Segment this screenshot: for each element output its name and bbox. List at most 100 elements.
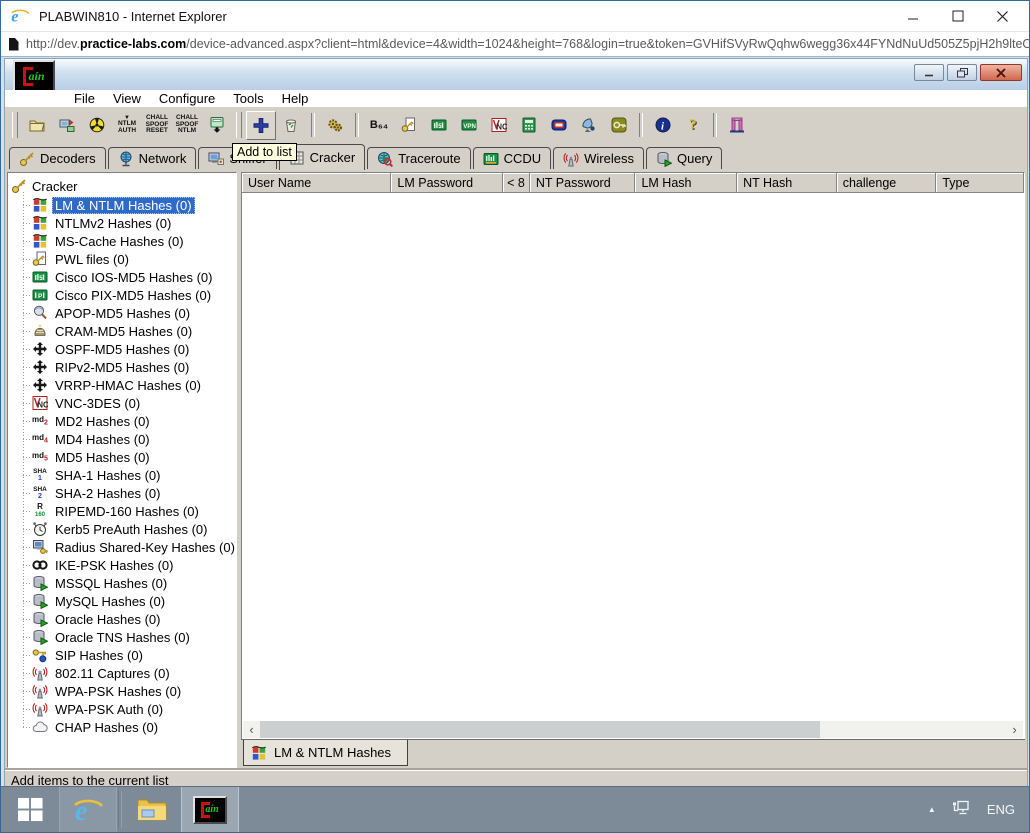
add-to-list-button[interactable] (246, 111, 276, 140)
tab-row: DecodersNetworkSnifferCrackerTracerouteC… (5, 142, 1027, 170)
tree-item-apop-md5-hashes-0[interactable]: APOP-MD5 Hashes (0) (8, 304, 236, 322)
tree-item-sha-1-hashes-0[interactable]: SHA1SHA-1 Hashes (0) (8, 466, 236, 484)
help-button[interactable]: ? (678, 111, 708, 140)
column-header-nt-password[interactable]: NT Password (530, 173, 636, 193)
vnc-password-decoder-button[interactable]: NC (484, 111, 514, 140)
column-header-type[interactable]: Type (936, 173, 1024, 193)
taskbar-cain-button[interactable]: aín (181, 787, 239, 832)
cain-minimize-button[interactable] (914, 64, 944, 81)
tree-item-label: Cisco PIX-MD5 Hashes (0) (52, 287, 214, 304)
menu-tools[interactable]: Tools (224, 91, 272, 106)
tree-item-cisco-pix-md5-hashes-0[interactable]: P Cisco PIX-MD5 Hashes (0) (8, 286, 236, 304)
export-button[interactable] (52, 111, 82, 140)
rsa-token-calculator-button[interactable] (604, 111, 634, 140)
tree-item-md2-hashes-0[interactable]: md2MD2 Hashes (0) (8, 412, 236, 430)
tree-item-ospf-md5-hashes-0[interactable]: OSPF-MD5 Hashes (0) (8, 340, 236, 358)
scrollbar-track[interactable] (260, 721, 1006, 738)
cain-restore-button[interactable] (947, 64, 977, 81)
tree-item-wpa-psk-hashes-0[interactable]: WPA-PSK Hashes (0) (8, 682, 236, 700)
close-button[interactable] (980, 2, 1025, 30)
tree-item-cram-md5-hashes-0[interactable]: CRAM-MD5 Hashes (0) (8, 322, 236, 340)
menu-help[interactable]: Help (273, 91, 318, 106)
calculator-button[interactable] (514, 111, 544, 140)
hash-calculator-button[interactable] (394, 111, 424, 140)
tree-item-oracle-tns-hashes-0[interactable]: Oracle TNS Hashes (0) (8, 628, 236, 646)
cain-close-button[interactable] (980, 64, 1022, 81)
svg-text:P: P (38, 293, 43, 300)
base64-password-decoder-button[interactable]: B₆₄ (364, 111, 394, 140)
key-gold-icon (19, 151, 35, 167)
bottom-tab-lm-ntlm-hashes[interactable]: LM & NTLM Hashes (243, 740, 408, 766)
tree-item-md5-hashes-0[interactable]: md5MD5 Hashes (0) (8, 448, 236, 466)
column-header-challenge[interactable]: challenge (837, 173, 937, 193)
maximize-button[interactable] (935, 2, 980, 30)
remove-from-list-button[interactable] (276, 111, 306, 140)
column-header-lm-hash[interactable]: LM Hash (635, 173, 737, 193)
tree-item-label: Oracle Hashes (0) (52, 611, 163, 628)
scroll-right-arrow[interactable]: › (1006, 721, 1023, 738)
spoof-calc-button[interactable] (202, 111, 232, 140)
address-bar[interactable]: http://dev.practice-labs.com/device-adva… (1, 31, 1029, 57)
language-indicator[interactable]: ENG (987, 802, 1015, 817)
tree-item-md4-hashes-0[interactable]: md4MD4 Hashes (0) (8, 430, 236, 448)
tree-item-mysql-hashes-0[interactable]: MySQL Hashes (0) (8, 592, 236, 610)
box-revealer-button[interactable] (544, 111, 574, 140)
tree-item-mssql-hashes-0[interactable]: MSSQL Hashes (0) (8, 574, 236, 592)
key-doc-icon (401, 117, 417, 133)
tree-item-oracle-hashes-0[interactable]: Oracle Hashes (0) (8, 610, 236, 628)
tree-root[interactable]: Cracker (11, 177, 236, 195)
tree-item-ripv2-md5-hashes-0[interactable]: RIPv2-MD5 Hashes (0) (8, 358, 236, 376)
column-header-user-name[interactable]: User Name (242, 173, 391, 193)
about-button[interactable]: i (648, 111, 678, 140)
tray-expand-icon[interactable]: ▲ (928, 805, 936, 814)
tab-traceroute[interactable]: Traceroute (367, 147, 470, 169)
column-header-lm-password[interactable]: LM Password (391, 173, 503, 193)
tree-item-ntlmv2-hashes-0[interactable]: NTLMv2 Hashes (0) (8, 214, 236, 232)
tree-item-vnc-3des-0[interactable]: NCVNC-3DES (0) (8, 394, 236, 412)
column-header-8[interactable]: < 8 (503, 173, 530, 193)
tree-item-vrrp-hmac-hashes-0[interactable]: VRRP-HMAC Hashes (0) (8, 376, 236, 394)
scroll-left-arrow[interactable]: ‹ (243, 721, 260, 738)
tab-decoders[interactable]: Decoders (9, 147, 106, 169)
tab-network[interactable]: Network (108, 147, 197, 169)
tree-item-kerb5-preauth-hashes-0[interactable]: Kerb5 PreAuth Hashes (0) (8, 520, 236, 538)
scrollbar-thumb[interactable] (260, 721, 820, 738)
tab-query[interactable]: Query (646, 147, 722, 169)
db-arrow-icon (656, 151, 672, 167)
tree-item-sha-2-hashes-0[interactable]: SHA2SHA-2 Hashes (0) (8, 484, 236, 502)
tree-item-chap-hashes-0[interactable]: CHAP Hashes (0) (8, 718, 236, 736)
taskbar-ie-button[interactable]: e (59, 787, 117, 832)
list-body[interactable] (243, 193, 1023, 721)
tree-item-ripemd-160-hashes-0[interactable]: R160RIPEMD-160 Hashes (0) (8, 502, 236, 520)
tab-ccdu[interactable]: CCDU (473, 147, 552, 169)
tree-item-lm-ntlm-hashes-0[interactable]: LM & NTLM Hashes (0) (8, 196, 236, 214)
chall-spoof-ntlm-button[interactable]: CHALLSPOOFNTLM (172, 111, 202, 140)
tree-item-802-11-captures-0[interactable]: 802.11 Captures (0) (8, 664, 236, 682)
tab-wireless[interactable]: Wireless (553, 147, 644, 169)
tree-item-ms-cache-hashes-0[interactable]: MS-Cache Hashes (0) (8, 232, 236, 250)
configure-button[interactable] (320, 111, 350, 140)
exit-button[interactable] (722, 111, 752, 140)
tree-item-ike-psk-hashes-0[interactable]: IKE-PSK Hashes (0) (8, 556, 236, 574)
ntlm-auth-button[interactable]: ▼NTLMAUTH (112, 111, 142, 140)
start-button[interactable] (1, 787, 59, 832)
open-file-button[interactable] (22, 111, 52, 140)
red-blue-box-icon (551, 117, 567, 133)
wireless-scanner-button[interactable] (574, 111, 604, 140)
tree-item-wpa-psk-auth-0[interactable]: WPA-PSK Auth (0) (8, 700, 236, 718)
tree-item-sip-hashes-0[interactable]: SIP Hashes (0) (8, 646, 236, 664)
minimize-button[interactable] (890, 2, 935, 30)
menu-view[interactable]: View (104, 91, 150, 106)
cisco-vpn-decoder-button[interactable]: VPN (454, 111, 484, 140)
network-tray-icon[interactable] (952, 799, 971, 821)
tree-item-cisco-ios-md5-hashes-0[interactable]: 5Cisco IOS-MD5 Hashes (0) (8, 268, 236, 286)
tree-item-radius-shared-key-hashes-0[interactable]: Radius Shared-Key Hashes (0) (8, 538, 236, 556)
tree-item-pwl-files-0[interactable]: PWL files (0) (8, 250, 236, 268)
column-header-nt-hash[interactable]: NT Hash (737, 173, 837, 193)
taskbar-explorer-button[interactable] (123, 787, 181, 832)
menu-file[interactable]: File (65, 91, 104, 106)
chall-spoof-reset-button[interactable]: CHALLSPOOFRESET (142, 111, 172, 140)
apr-poisoning-button[interactable] (82, 111, 112, 140)
menu-configure[interactable]: Configure (150, 91, 224, 106)
cisco-type7-decoder-button[interactable]: 5 (424, 111, 454, 140)
